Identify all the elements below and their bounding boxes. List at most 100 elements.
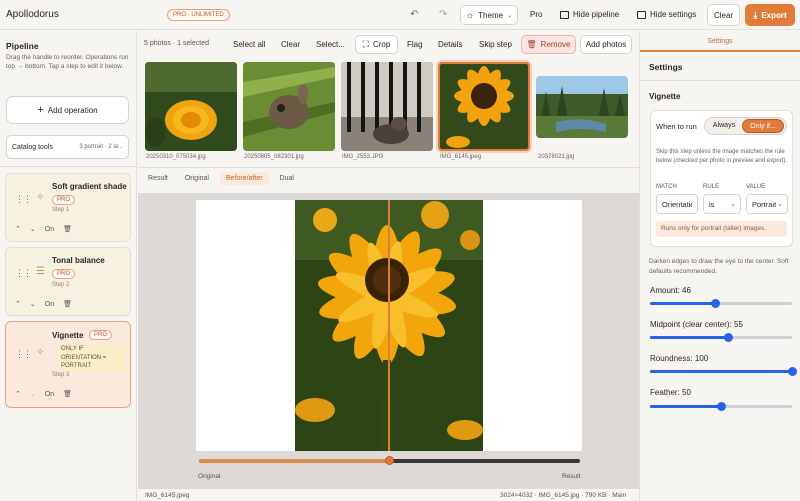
toggle-on[interactable]: On: [45, 391, 54, 398]
thumbnail-4[interactable]: [438, 62, 530, 151]
drag-handle-icon[interactable]: ⋮⋮: [15, 194, 32, 205]
sidebar-icon: [560, 10, 569, 19]
app-title: Apollodorus: [6, 9, 59, 20]
tab-before-after[interactable]: Before/after: [219, 172, 269, 185]
plan-badge: PRO · UNLIMITED: [167, 9, 230, 21]
amount-slider-knob[interactable]: [710, 299, 720, 308]
add-operation-label: Add operation: [47, 105, 98, 115]
pro-badge: PRO: [89, 330, 113, 340]
drag-handle-icon[interactable]: ⋮⋮: [15, 268, 32, 279]
pipeline-title: Pipeline: [6, 41, 39, 51]
thumbnail-5-name: 20378021.jpg: [538, 154, 575, 160]
select-all-button[interactable]: Select all: [233, 40, 265, 49]
thumbnail-3[interactable]: [341, 62, 433, 151]
roundness-slider[interactable]: [650, 367, 797, 376]
compare-slider-knob[interactable]: [385, 456, 394, 465]
amount-slider-fill: [650, 302, 716, 305]
move-down-icon[interactable]: ⌄: [30, 225, 36, 233]
redo-button[interactable]: ↷: [439, 9, 447, 20]
plus-icon: +: [37, 104, 44, 116]
compare-slider-fill: [199, 459, 390, 463]
tab-result[interactable]: Result: [142, 172, 174, 185]
move-down-icon[interactable]: ⌄: [30, 390, 36, 398]
tab-original[interactable]: Original: [179, 172, 215, 185]
pipeline-step-2[interactable]: ⋮⋮ ☰ Tonal balance PRO Step 2 ⌃ ⌄ On 🗑: [5, 247, 131, 316]
condition-badge: ONLY IF ORIENTATION = PORTRAIT: [58, 344, 126, 373]
preview-divider: [138, 167, 639, 168]
crop-button[interactable]: ⛶ Crop: [355, 35, 398, 54]
theme-button[interactable]: ☼ Theme ⌄: [460, 5, 518, 25]
step-number: Step 1: [52, 207, 70, 213]
chevron-down-icon: ⌄: [777, 201, 783, 208]
add-photos-button[interactable]: Add photos: [580, 35, 632, 54]
compare-slider[interactable]: [199, 456, 580, 465]
toggle-on[interactable]: On: [45, 226, 54, 233]
pro-badge: PRO: [52, 195, 76, 205]
details-button[interactable]: Details: [438, 40, 462, 49]
step-number: Step 3: [52, 372, 70, 378]
amount-slider[interactable]: [650, 299, 792, 308]
clear-selection-button[interactable]: Clear: [281, 40, 300, 49]
select-menu-button[interactable]: Select...: [316, 40, 345, 49]
roundness-label: Roundness: 100: [650, 354, 709, 363]
thumbnail-5[interactable]: [536, 76, 628, 138]
drag-handle-icon[interactable]: ⋮⋮: [15, 349, 32, 360]
roundness-slider-knob[interactable]: [787, 367, 797, 376]
undo-button[interactable]: ↶: [410, 9, 418, 20]
remove-button[interactable]: 🗑 Remove: [521, 35, 576, 54]
amount-label: Amount: 46: [650, 286, 691, 295]
export-label: Export: [761, 10, 787, 20]
trash-icon[interactable]: 🗑: [63, 390, 72, 398]
settings-title: Settings: [649, 62, 683, 72]
toggle-on[interactable]: On: [45, 301, 54, 308]
add-operation-button[interactable]: + Add operation: [6, 96, 129, 124]
trash-icon[interactable]: 🗑: [63, 300, 72, 308]
redo-icon: ↷: [439, 9, 448, 20]
catalog-tools-button[interactable]: Catalog tools 3 portrait · 2 la...: [6, 135, 129, 159]
section-title: Vignette: [649, 92, 681, 101]
rule-select[interactable]: is ⌄: [703, 194, 741, 214]
only-if-option[interactable]: Only if...: [742, 119, 784, 133]
tab-dual[interactable]: Dual: [274, 172, 300, 185]
value-select-value: Portrait: [752, 199, 777, 209]
move-down-icon[interactable]: ⌄: [30, 300, 36, 308]
thumbnail-4-name: IMG_6145.jpeg: [440, 154, 482, 160]
clear-all-button[interactable]: Clear: [707, 4, 740, 26]
always-option[interactable]: Always: [708, 122, 740, 129]
midpoint-slider-knob[interactable]: [723, 333, 733, 342]
thumbnail-image: [145, 62, 237, 151]
flag-button[interactable]: Flag: [407, 40, 423, 49]
move-up-icon[interactable]: ⌃: [15, 225, 21, 233]
thumbnail-3-name: IMG_2553.JPG: [342, 154, 384, 160]
match-select[interactable]: Orientation ⌄: [656, 194, 698, 214]
feather-slider[interactable]: [650, 402, 792, 411]
hide-settings-button[interactable]: Hide settings: [637, 10, 696, 19]
chevron-down-icon: ⌄: [507, 12, 513, 19]
feather-slider-knob[interactable]: [716, 402, 726, 411]
thumbnail-1[interactable]: [145, 62, 237, 151]
move-up-icon[interactable]: ⌃: [15, 300, 21, 308]
compare-divider[interactable]: [388, 200, 390, 451]
export-button[interactable]: ⤓ Export: [745, 4, 795, 26]
catalog-info: 3 portrait · 2 la...: [79, 144, 123, 150]
hide-pipeline-button[interactable]: Hide pipeline: [560, 10, 619, 19]
setting-description: Darken edges to draw the eye to the cent…: [649, 258, 789, 275]
midpoint-slider-fill: [650, 336, 729, 339]
crop-icon: ⛶: [362, 39, 369, 49]
step-controls: ⌃ ⌄ On 🗑: [15, 300, 72, 309]
pipeline-step-3[interactable]: ⋮⋮ ✧ Vignette PRO ONLY IF ORIENTATION = …: [5, 321, 131, 408]
compare-left-label: Original: [198, 473, 221, 480]
pipeline-step-1[interactable]: ⋮⋮ ✧ Soft gradient shade PRO Step 1 ⌃ ⌄ …: [5, 173, 131, 242]
trash-icon[interactable]: 🗑: [63, 225, 72, 233]
pro-button[interactable]: Pro: [530, 10, 542, 19]
tab-settings[interactable]: Settings: [640, 31, 800, 52]
feather-slider-fill: [650, 405, 721, 408]
hide-settings-label: Hide settings: [650, 10, 697, 19]
skip-step-button[interactable]: Skip step: [479, 40, 512, 49]
thumbnail-2[interactable]: [243, 62, 335, 151]
midpoint-slider[interactable]: [650, 333, 792, 342]
move-up-icon[interactable]: ⌃: [15, 390, 21, 398]
value-select[interactable]: Portrait ⌄: [746, 194, 788, 214]
sliders-icon: ☰: [36, 266, 45, 277]
sun-icon: ☼: [465, 10, 475, 20]
